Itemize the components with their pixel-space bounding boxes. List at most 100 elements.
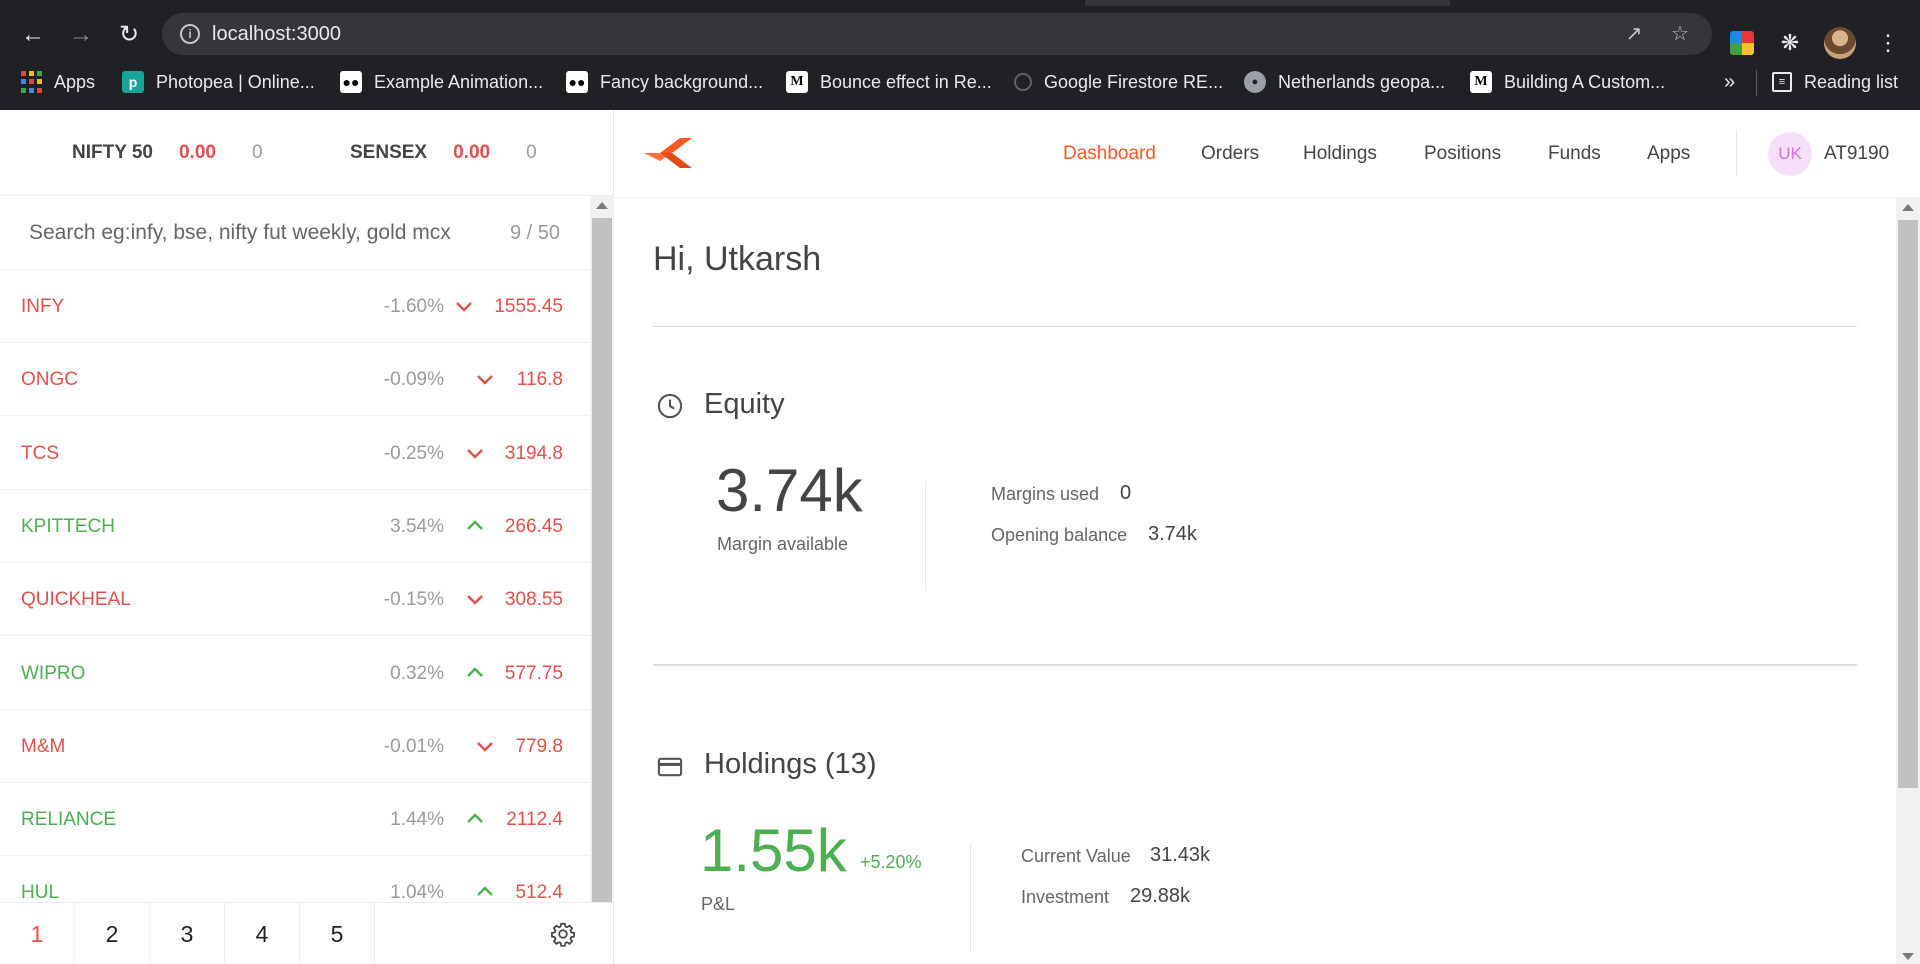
index-nifty[interactable]: NIFTY 50 0.00 0 <box>72 110 263 196</box>
bookmark-building-custom[interactable]: M Building A Custom... <box>1470 62 1665 102</box>
index-change: 0 <box>251 142 263 163</box>
watchlist-symbol: KPITTECH <box>21 515 115 537</box>
index-sensex[interactable]: SENSEX 0.00 0 <box>350 110 537 196</box>
bookmark-label: Google Firestore RE... <box>1044 71 1224 92</box>
watchlist-count: 9 / 50 <box>509 222 560 244</box>
scrollbar-thumb[interactable] <box>1898 220 1918 788</box>
chevron-down-icon <box>477 375 493 385</box>
opening-balance-value: 3.74k <box>1148 523 1197 545</box>
menu-kebab-icon[interactable]: ⋮ <box>1874 29 1902 57</box>
watchlist-symbol: INFY <box>21 296 65 317</box>
clock-icon <box>657 393 683 419</box>
instrument-search-input[interactable]: Search eg:infy, bse, nifty fut weekly, g… <box>0 196 590 270</box>
forward-icon[interactable]: → <box>66 20 96 50</box>
nav-positions[interactable]: Positions <box>1424 110 1501 198</box>
globe-icon: ● <box>1244 71 1266 93</box>
extension-icon[interactable] <box>1730 31 1754 55</box>
bookmark-netherlands[interactable]: ● Netherlands geopa... <box>1244 62 1445 102</box>
bookmark-bounce-effect[interactable]: M Bounce effect in Re... <box>786 62 992 102</box>
photopea-icon: p <box>122 71 144 93</box>
bookmark-label: Fancy background... <box>600 71 764 92</box>
current-value-label: Current Value <box>1021 846 1131 866</box>
reading-list-button[interactable]: ≡ Reading list <box>1772 62 1898 102</box>
scroll-up-arrow-icon[interactable] <box>596 202 608 209</box>
watchlist-symbol: ONGC <box>21 369 78 391</box>
apps-grid-icon <box>20 71 42 93</box>
more-bookmarks-chevron-icon[interactable]: » <box>1724 62 1735 102</box>
chevron-down-icon <box>467 595 483 605</box>
nav-orders[interactable]: Orders <box>1201 110 1259 198</box>
divider <box>653 664 1857 666</box>
share-icon[interactable]: ↗ <box>1622 22 1646 46</box>
watchlist-row[interactable]: ONGC -0.09% 116.8 <box>0 343 590 417</box>
profile-avatar[interactable] <box>1824 27 1856 59</box>
reading-list-icon: ≡ <box>1772 72 1792 92</box>
watchlist-row[interactable]: QUICKHEAL -0.15% 308.55 <box>0 563 590 637</box>
watchlist-scrollbar[interactable] <box>590 196 614 902</box>
margin-available-label: Margin available <box>717 534 849 554</box>
medium-icon: ●● <box>340 71 362 93</box>
watchlist-row[interactable]: TCS -0.25% 3194.8 <box>0 417 590 490</box>
address-bar[interactable]: i localhost:3000 ↗ ☆ <box>162 13 1712 55</box>
site-info-icon[interactable]: i <box>180 24 200 44</box>
investment-value: 29.88k <box>1130 885 1191 907</box>
user-avatar[interactable]: UK <box>1768 132 1812 176</box>
watchlist-price: 3194.8 <box>504 442 563 464</box>
dashboard-scrollbar[interactable] <box>1896 198 1920 964</box>
watchlist-row[interactable]: KPITTECH 3.54% 266.45 <box>0 490 590 563</box>
nav-dashboard[interactable]: Dashboard <box>1063 110 1156 198</box>
chevron-up-icon <box>477 886 493 897</box>
reload-icon[interactable]: ↻ <box>114 20 144 50</box>
active-tab-edge <box>1085 0 1450 6</box>
user-id[interactable]: AT9190 <box>1824 110 1889 198</box>
index-name: SENSEX <box>350 142 428 163</box>
watchlist-row[interactable]: HUL 1.04% 512.4 <box>0 856 590 902</box>
scroll-up-arrow-icon[interactable] <box>1902 204 1914 211</box>
watchlist-row[interactable]: RELIANCE 1.44% 2112.4 <box>0 783 590 857</box>
top-navigation: Dashboard Orders Holdings Positions Fund… <box>614 110 1920 198</box>
opening-balance-label: Opening balance <box>991 525 1128 545</box>
watchlist-page-button[interactable]: 5 <box>300 903 375 964</box>
watchlist-change: -0.15% <box>383 589 444 611</box>
settings-gear-icon[interactable] <box>550 921 576 947</box>
watchlist-page-button[interactable]: 4 <box>225 903 300 964</box>
url-text[interactable]: localhost:3000 <box>212 13 341 55</box>
watchlist-symbol: HUL <box>21 882 60 902</box>
nav-holdings[interactable]: Holdings <box>1303 110 1377 198</box>
watchlist-price: 308.55 <box>504 589 563 611</box>
watchlist-page-button[interactable]: 2 <box>75 903 150 964</box>
globe-icon <box>1014 73 1032 91</box>
watchlist-symbol: M&M <box>21 735 66 757</box>
equity-divider <box>925 482 926 590</box>
index-change: 0 <box>526 142 537 163</box>
watchlist-row[interactable]: WIPRO 0.32% 577.75 <box>0 637 590 710</box>
nav-funds[interactable]: Funds <box>1548 110 1601 198</box>
bookmark-google-firestore[interactable]: Google Firestore RE... <box>1014 62 1223 102</box>
back-icon[interactable]: ← <box>18 20 48 50</box>
market-indices: NIFTY 50 0.00 0 SENSEX 0.00 0 <box>0 110 614 196</box>
watchlist-page-button[interactable]: 1 <box>0 903 75 964</box>
nav-apps[interactable]: Apps <box>1647 110 1690 198</box>
holdings-title: Holdings (13) <box>704 748 877 780</box>
watchlist-row[interactable]: INFY -1.60% 1555.45 <box>0 270 590 343</box>
chevron-up-icon <box>467 813 483 823</box>
scrollbar-thumb[interactable] <box>592 218 612 902</box>
bookmark-photopea[interactable]: p Photopea | Online... <box>122 62 315 102</box>
kite-logo-icon[interactable] <box>644 136 692 170</box>
bookmark-apps[interactable]: Apps <box>20 62 95 102</box>
equity-title: Equity <box>704 388 785 420</box>
extensions-puzzle-icon[interactable]: ❋ <box>1776 29 1804 57</box>
bookmark-example-animation[interactable]: ●● Example Animation... <box>340 62 543 102</box>
bookmarks-bar: Apps p Photopea | Online... ●● Example A… <box>0 62 1920 102</box>
bookmark-fancy-background[interactable]: ●● Fancy background... <box>566 62 763 102</box>
scroll-down-arrow-icon[interactable] <box>1902 953 1914 960</box>
index-value: 0.00 <box>453 142 491 163</box>
browser-toolbar: ← → ↻ i localhost:3000 ↗ ☆ ❋ ⋮ <box>0 8 1920 60</box>
watchlist-symbol: RELIANCE <box>21 809 117 831</box>
watchlist-page-button[interactable]: 3 <box>150 903 225 964</box>
reading-list-label: Reading list <box>1804 71 1899 92</box>
current-value-value: 31.43k <box>1150 844 1211 866</box>
bookmark-star-icon[interactable]: ☆ <box>1668 22 1692 46</box>
margins-used-label: Margins used <box>991 484 1100 504</box>
watchlist-row[interactable]: M&M -0.01% 779.8 <box>0 710 590 783</box>
